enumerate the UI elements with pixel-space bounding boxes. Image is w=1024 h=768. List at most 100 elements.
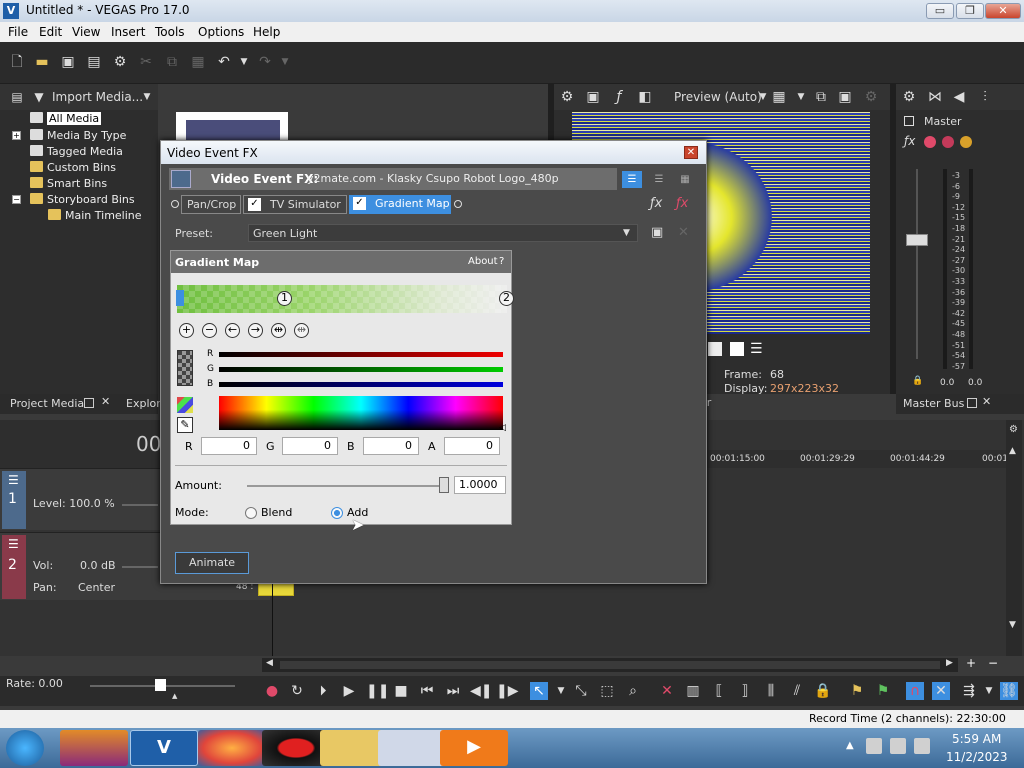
- copy-snapshot-icon[interactable]: ⧉: [812, 88, 830, 106]
- import-media-button[interactable]: Import Media...: [52, 90, 143, 104]
- reverse-stops-icon[interactable]: ⇹: [294, 323, 309, 338]
- tree-item-media-by-type[interactable]: Media By Type: [30, 129, 126, 142]
- remove-fx-icon[interactable]: ƒx: [676, 196, 688, 211]
- redo-icon[interactable]: ↷: [256, 53, 274, 71]
- collapse-storyboard-icon[interactable]: −: [12, 195, 21, 204]
- previous-frame-icon[interactable]: ◀❚: [470, 682, 493, 700]
- cut-icon[interactable]: ✂: [137, 53, 155, 71]
- list-view-icon[interactable]: ☰: [622, 171, 642, 188]
- timeline-ruler[interactable]: 00:01:15:00 00:01:29:29 00:01:44:29 00:0…: [706, 450, 1010, 468]
- tray-action-center-icon[interactable]: [890, 738, 906, 754]
- preview-extra-icon[interactable]: ⚙: [862, 88, 880, 106]
- tree-item-storyboard-bins[interactable]: Storyboard Bins: [30, 193, 135, 206]
- mute-icon[interactable]: [942, 136, 954, 148]
- amount-value-field[interactable]: 1.0000: [454, 476, 506, 494]
- animate-button[interactable]: Animate: [175, 552, 249, 574]
- add-fx-icon[interactable]: ƒx: [650, 196, 662, 211]
- record-icon[interactable]: ●: [263, 682, 281, 700]
- b-value-field[interactable]: 0: [363, 437, 419, 455]
- delete-icon[interactable]: ✕: [658, 682, 676, 700]
- snapping-icon[interactable]: ∩: [906, 682, 924, 700]
- lock-icon-transport[interactable]: ⛓: [1000, 682, 1018, 700]
- tree-item-tagged-media[interactable]: Tagged Media: [30, 145, 123, 158]
- go-to-end-icon[interactable]: ⏭: [444, 682, 462, 700]
- save-as-icon[interactable]: ▤: [85, 53, 103, 71]
- plugin-about-link[interactable]: About: [468, 256, 498, 267]
- play-icon[interactable]: ▶: [340, 682, 358, 700]
- menu-help[interactable]: Help: [253, 25, 280, 39]
- menu-view[interactable]: View: [72, 25, 100, 39]
- audio-track-menu-icon[interactable]: ☰: [8, 537, 19, 551]
- tab-explorer[interactable]: Explor: [126, 397, 161, 410]
- media-thumbnail[interactable]: [176, 112, 288, 142]
- gradient-preview-bar[interactable]: 1 2: [176, 285, 514, 313]
- timeline-vertical-scrollbar[interactable]: ⚙ ▲ ▼: [1006, 420, 1022, 656]
- automation-icon[interactable]: [924, 136, 936, 148]
- menu-tools[interactable]: Tools: [155, 25, 185, 39]
- tab-maximize-icon[interactable]: [84, 398, 94, 408]
- video-level-slider[interactable]: [122, 504, 158, 506]
- timeline-horizontal-scrollbar[interactable]: ◀ ▶: [262, 658, 958, 672]
- gradient-map-checkbox[interactable]: ✓: [353, 197, 366, 210]
- ruler-settings-icon[interactable]: ⚙: [1009, 424, 1018, 435]
- g-slider[interactable]: [219, 367, 503, 372]
- region-icon[interactable]: ⚑: [874, 682, 892, 700]
- tab-master-bus[interactable]: Master Bus: [903, 397, 964, 410]
- previous-stop-icon[interactable]: ←: [225, 323, 240, 338]
- save-icon[interactable]: ▣: [59, 53, 77, 71]
- marker-icon[interactable]: ⚑: [848, 682, 866, 700]
- trim-start-icon[interactable]: ⟦: [710, 682, 728, 700]
- taskbar-date[interactable]: 11/2/2023: [946, 750, 1008, 764]
- fx-chain-pan-crop[interactable]: Pan/Crop: [181, 195, 241, 214]
- dialog-close-button[interactable]: ✕: [684, 146, 698, 159]
- envelope-tool-icon[interactable]: ⤡: [572, 682, 590, 700]
- track-menu-icon[interactable]: ☰: [8, 473, 19, 487]
- tree-item-main-timeline[interactable]: Main Timeline: [48, 209, 142, 222]
- auto-ripple-dropdown-icon[interactable]: ▼: [980, 682, 998, 700]
- next-stop-icon[interactable]: →: [248, 323, 263, 338]
- save-snapshot-icon[interactable]: ▣: [836, 88, 854, 106]
- compact-view-icon[interactable]: ☰: [649, 171, 669, 188]
- stop-preview-icon[interactable]: [730, 342, 744, 356]
- paste-icon[interactable]: ▦: [189, 53, 207, 71]
- menu-options[interactable]: Options: [198, 25, 244, 39]
- copy-icon[interactable]: ⧉: [163, 53, 181, 71]
- master-checkbox[interactable]: [904, 116, 914, 126]
- import-media-icon[interactable]: ▼: [30, 88, 48, 106]
- tree-item-all-media[interactable]: All Media: [30, 112, 102, 125]
- firefox-taskbar-icon[interactable]: [198, 730, 266, 766]
- gradient-stop-2[interactable]: 2: [499, 291, 514, 306]
- ripple-icon[interactable]: ⫽: [788, 682, 806, 700]
- undo-dropdown-icon[interactable]: ▼: [235, 53, 253, 71]
- go-to-start-icon[interactable]: ⏮: [418, 682, 436, 700]
- b-slider[interactable]: [219, 382, 503, 387]
- plugin-help-link[interactable]: ?: [499, 256, 504, 267]
- vegas-taskbar-icon[interactable]: V: [130, 730, 198, 766]
- split-icon[interactable]: ⫼: [762, 682, 780, 700]
- open-folder-icon[interactable]: ▬: [33, 53, 51, 71]
- scroll-down-icon[interactable]: ▼: [1009, 620, 1016, 630]
- menu-insert[interactable]: Insert: [111, 25, 145, 39]
- grid-overlay-icon[interactable]: ▦: [770, 88, 788, 106]
- gradient-stop-selected[interactable]: [176, 290, 184, 306]
- master-fx-icon[interactable]: ƒx: [904, 134, 915, 148]
- master-tab-maximize-icon[interactable]: [967, 398, 977, 408]
- taskbar-time[interactable]: 5:59 AM: [952, 732, 1001, 746]
- tree-item-smart-bins[interactable]: Smart Bins: [30, 177, 107, 190]
- preview-menu-icon[interactable]: ☰: [750, 341, 763, 357]
- delete-preset-icon[interactable]: ✕: [678, 225, 689, 240]
- scroll-left-icon[interactable]: ◀: [266, 658, 273, 668]
- video-fx-icon[interactable]: ƒ: [610, 88, 628, 106]
- pause-icon[interactable]: [708, 342, 722, 356]
- lock-icon[interactable]: 🔒: [912, 376, 923, 386]
- normal-edit-tool-icon[interactable]: ↖: [530, 682, 548, 700]
- new-project-icon[interactable]: 🗋: [8, 53, 26, 71]
- preview-device-icon[interactable]: ▣: [584, 88, 602, 106]
- expand-media-by-type-icon[interactable]: +: [12, 131, 21, 140]
- minimize-button[interactable]: ▭: [926, 3, 954, 19]
- color-picker-icon[interactable]: [177, 397, 193, 413]
- tab-project-media[interactable]: Project Media: [10, 397, 84, 410]
- timecode-display[interactable]: 00: [136, 432, 161, 456]
- a-value-field[interactable]: 0: [444, 437, 500, 455]
- stop-icon[interactable]: ■: [392, 682, 410, 700]
